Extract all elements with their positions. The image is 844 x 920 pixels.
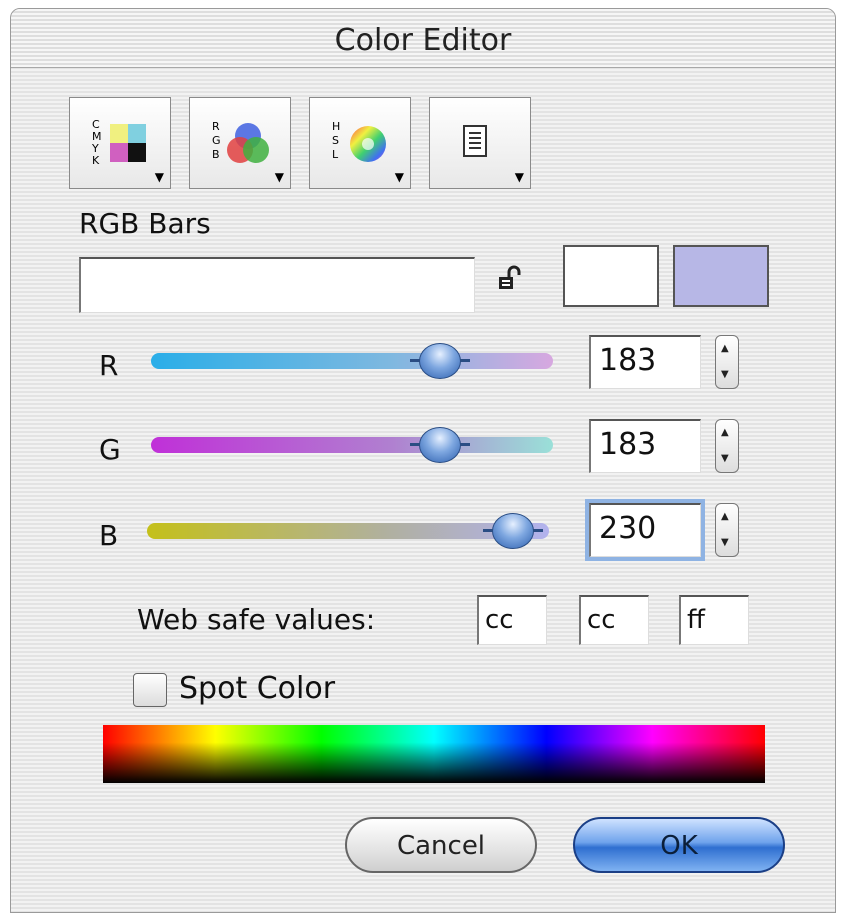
original-color-swatch [563,245,659,307]
stepper-up-icon[interactable]: ▲ [721,428,729,438]
stepper-up-icon[interactable]: ▲ [721,344,729,354]
stepper-down-icon[interactable]: ▼ [721,454,729,464]
red-slider-track[interactable] [151,353,553,369]
dropdown-arrow-icon: ▼ [394,170,404,184]
new-color-swatch [673,245,769,307]
dropdown-arrow-icon: ▼ [274,170,284,184]
lock-icon[interactable] [495,265,525,299]
green-value-field[interactable]: 183 [589,419,701,473]
cancel-button[interactable]: Cancel [345,817,537,873]
dropdown-arrow-icon: ▼ [514,170,524,184]
green-stepper[interactable]: ▲ ▼ [715,419,739,473]
svg-text:G: G [212,134,221,147]
blue-value-field[interactable]: 230 [589,503,701,557]
rgb-picker-button[interactable]: R G B ▼ [189,97,291,189]
web-safe-label: Web safe values: [137,603,376,636]
green-slider-thumb[interactable] [410,427,471,463]
red-slider-thumb[interactable] [410,343,471,379]
red-value-field[interactable]: 183 [589,335,701,389]
svg-text:K: K [92,154,100,167]
web-safe-green-field[interactable]: cc [579,595,649,645]
cmyk-picker-button[interactable]: C M Y K ▼ [69,97,171,189]
color-spectrum[interactable] [103,725,765,783]
spot-color-checkbox[interactable] [133,673,167,707]
dropdown-arrow-icon: ▼ [154,170,164,184]
svg-text:L: L [332,148,339,161]
stepper-down-icon[interactable]: ▼ [721,370,729,380]
svg-text:R: R [212,120,220,133]
blue-label: B [99,519,119,552]
red-label: R [99,349,119,382]
ok-button[interactable]: OK [573,817,785,873]
svg-text:B: B [212,148,220,161]
title-bar[interactable]: Color Editor [11,9,835,68]
green-slider-track[interactable] [151,437,553,453]
svg-text:S: S [332,134,339,147]
red-stepper[interactable]: ▲ ▼ [715,335,739,389]
window-title: Color Editor [334,23,512,58]
web-safe-red-field[interactable]: cc [477,595,547,645]
web-safe-blue-field[interactable]: ff [679,595,749,645]
stepper-up-icon[interactable]: ▲ [721,512,729,522]
green-label: G [99,433,121,466]
blue-stepper[interactable]: ▲ ▼ [715,503,739,557]
list-picker-button[interactable]: ▼ [429,97,531,189]
spot-color-label: Spot Color [179,671,336,706]
section-title: RGB Bars [79,207,211,240]
stepper-down-icon[interactable]: ▼ [721,538,729,548]
blue-slider-thumb[interactable] [482,513,543,549]
svg-text:H: H [332,120,340,133]
hsl-picker-button[interactable]: H S L ▼ [309,97,411,189]
color-name-field[interactable] [79,257,475,313]
color-editor-window: Color Editor C M Y K ▼ R G B ▼ H S L ▼ ▼… [10,8,836,913]
